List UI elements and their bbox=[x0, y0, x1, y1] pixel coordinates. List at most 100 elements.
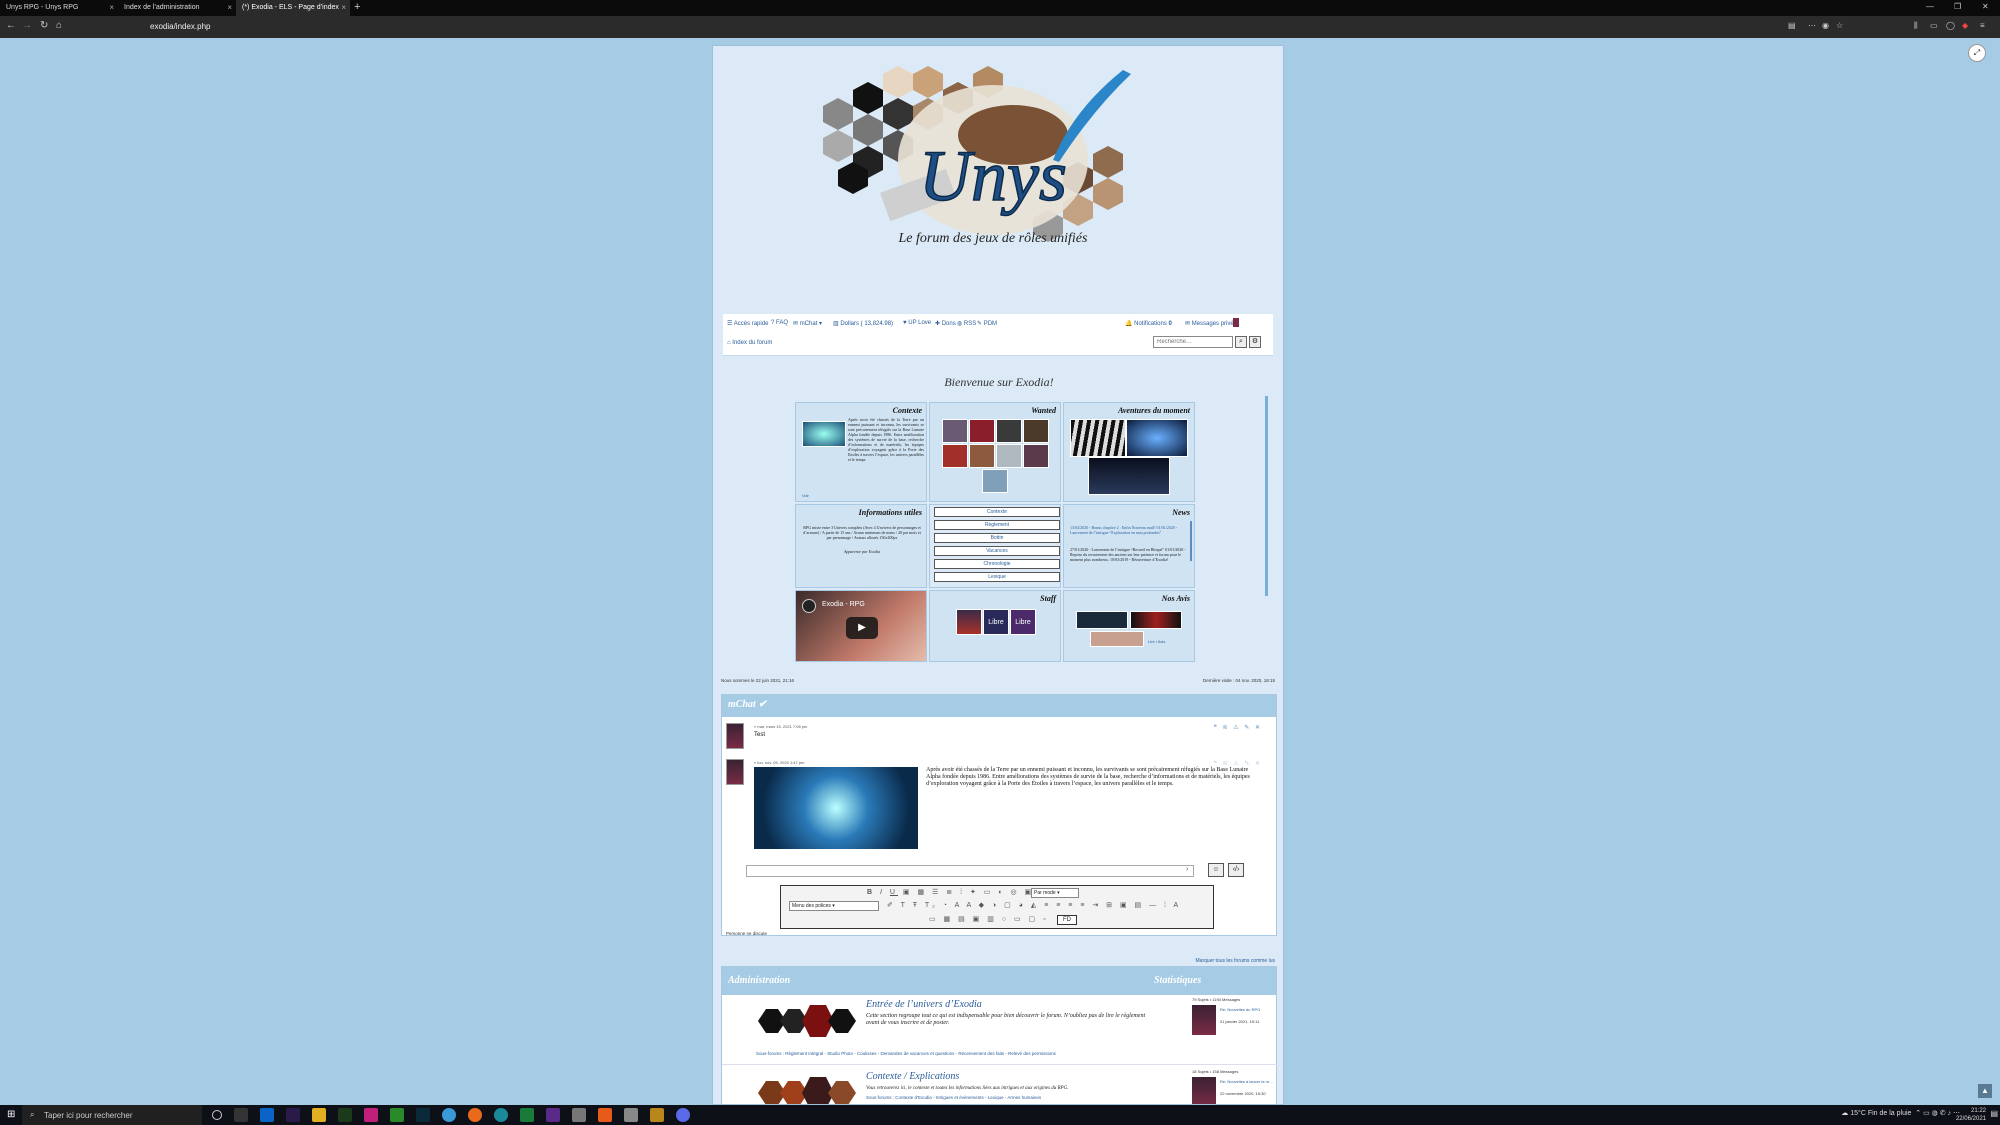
firefox-icon[interactable] bbox=[468, 1108, 482, 1122]
dollars-link[interactable]: ▥ Dollars ( 13,824.98) bbox=[833, 320, 893, 327]
chrome-icon[interactable] bbox=[442, 1108, 456, 1122]
discord-icon[interactable] bbox=[676, 1108, 690, 1122]
faq-link[interactable]: ? FAQ bbox=[771, 320, 788, 326]
dreamweaver-icon[interactable] bbox=[338, 1108, 352, 1122]
app-icon[interactable] bbox=[598, 1108, 612, 1122]
smiley-button[interactable]: ☺ bbox=[1208, 863, 1224, 877]
system-tray[interactable]: ☁ 15°C Fin de la pluie ⌃ ▭ ◍ ✆ ♪ ⋯ bbox=[1841, 1109, 1960, 1117]
code-button[interactable]: ‹/› bbox=[1228, 863, 1244, 877]
close-window-icon[interactable]: ✕ bbox=[1982, 2, 1989, 11]
reader-icon[interactable]: ▤ bbox=[1788, 21, 1796, 30]
chevron-right-icon[interactable]: › bbox=[1186, 866, 1188, 873]
portal-scrollbar[interactable] bbox=[1265, 396, 1268, 596]
library-icon[interactable]: ⫼ bbox=[1914, 21, 1918, 31]
mchat-header[interactable]: mChat ✔ bbox=[722, 695, 1276, 717]
more-icon[interactable]: ⋯ bbox=[1808, 21, 1816, 30]
windows-start-icon[interactable]: ⊞ bbox=[7, 1109, 15, 1120]
wanted-avatar[interactable] bbox=[969, 419, 995, 443]
home-icon[interactable]: ⌂ bbox=[56, 20, 62, 31]
forum-subforums[interactable]: Sous-forums : Contexte d’Exodia - Intrig… bbox=[866, 1095, 1166, 1101]
menu-contexte-button[interactable]: Contexte bbox=[934, 507, 1060, 517]
forum-title[interactable]: Contexte / Explications bbox=[866, 1071, 959, 1082]
user-avatar[interactable] bbox=[1233, 318, 1239, 327]
app-icon[interactable] bbox=[546, 1108, 560, 1122]
adventure-image[interactable] bbox=[1126, 419, 1188, 457]
editor-toolbar-row[interactable]: B I U ▣ ▦ ☰ ≣ ⁞ ✦ ▭ ◐ ◎ ▣ bbox=[781, 888, 1213, 900]
menu-chronologie-button[interactable]: Chronologie bbox=[934, 559, 1060, 569]
extension-icon[interactable]: ◆ bbox=[1962, 21, 1968, 30]
partner-banner[interactable] bbox=[1090, 631, 1144, 647]
photoshop-icon[interactable] bbox=[416, 1108, 430, 1122]
avatar[interactable] bbox=[1192, 1005, 1216, 1035]
back-to-top-button[interactable]: ▲ bbox=[1978, 1084, 1992, 1098]
breadcrumb[interactable]: ⌂ Index du forum bbox=[727, 340, 772, 346]
wanted-avatar[interactable] bbox=[996, 419, 1022, 443]
avis-note[interactable]: Lire / Avis bbox=[1148, 639, 1165, 644]
app-icon[interactable] bbox=[364, 1108, 378, 1122]
avatar[interactable] bbox=[726, 759, 744, 785]
forum-subforums[interactable]: Sous-forums : Règlement Intégral - Studi… bbox=[756, 1051, 1176, 1057]
pocket-icon[interactable]: ◉ bbox=[1822, 21, 1829, 30]
fd-button[interactable]: FD bbox=[1057, 915, 1077, 925]
editor-toolbar-row[interactable]: ▭ ▦ ▤ ▣ ▥ ○ ▭ ▢ ▫ bbox=[781, 915, 1213, 927]
wanted-avatar[interactable] bbox=[996, 444, 1022, 468]
contexte-more-link[interactable]: Voir bbox=[802, 493, 809, 498]
menu-reglement-button[interactable]: Règlement bbox=[934, 520, 1060, 530]
edge-icon[interactable] bbox=[494, 1108, 508, 1122]
cortana-icon[interactable] bbox=[212, 1110, 222, 1120]
mchat-link[interactable]: ✉ mChat ▾ bbox=[793, 320, 822, 327]
pdm-link[interactable]: ✎ PDM bbox=[977, 320, 997, 327]
restore-icon[interactable]: ❐ bbox=[1954, 2, 1961, 11]
reload-icon[interactable]: ↻ bbox=[40, 20, 48, 31]
chat-input[interactable] bbox=[746, 865, 1194, 877]
size-select[interactable]: Par mode ▾ bbox=[1031, 888, 1079, 898]
wanted-avatar[interactable] bbox=[1023, 444, 1049, 468]
wanted-avatar[interactable] bbox=[942, 419, 968, 443]
gear-icon[interactable]: ⚙ bbox=[1249, 336, 1261, 348]
bookmark-star-icon[interactable]: ☆ bbox=[1836, 21, 1843, 30]
font-select[interactable]: Menu des polices ▾ bbox=[789, 901, 879, 911]
forum-logo[interactable] bbox=[756, 999, 858, 1043]
settings-icon[interactable] bbox=[572, 1108, 586, 1122]
partner-banner[interactable] bbox=[1076, 611, 1128, 629]
menu-bottin-button[interactable]: Bottin bbox=[934, 533, 1060, 543]
private-messages-link[interactable]: ✉ Messages privés bbox=[1185, 320, 1237, 327]
message-actions[interactable]: ❝ ≋ ⚠ ✎ ✕ bbox=[1214, 760, 1262, 767]
notification-center-icon[interactable]: ▤ bbox=[1990, 1109, 1998, 1118]
folder-icon[interactable] bbox=[312, 1108, 326, 1122]
category-title[interactable]: Administration bbox=[728, 975, 790, 986]
close-icon[interactable]: × bbox=[341, 3, 346, 12]
news-scrollbar[interactable] bbox=[1190, 521, 1192, 561]
notifications-link[interactable]: 🔔 Notifications 0 bbox=[1125, 320, 1172, 327]
wanted-avatar[interactable] bbox=[969, 444, 995, 468]
wanted-avatar[interactable] bbox=[982, 469, 1008, 493]
rss-link[interactable]: ◍ RSS bbox=[957, 320, 976, 327]
partner-banner[interactable] bbox=[1130, 611, 1182, 629]
forward-icon[interactable]: → bbox=[22, 20, 32, 31]
message-actions[interactable]: ❝ ≋ ⚠ ✎ ✕ bbox=[1214, 724, 1262, 731]
minimize-icon[interactable]: — bbox=[1926, 2, 1934, 11]
mark-read-link[interactable]: Marquer tous les forums comme lus bbox=[1196, 958, 1275, 964]
close-icon[interactable]: × bbox=[227, 3, 232, 12]
clock[interactable]: 21:22 22/06/2021 bbox=[1956, 1107, 1986, 1123]
staff-avatar-libre[interactable]: Libre bbox=[983, 609, 1009, 635]
forum-banner[interactable]: Unys Le forum des jeux de rôles unifiés bbox=[793, 50, 1193, 255]
app-icon[interactable] bbox=[650, 1108, 664, 1122]
menu-vacances-button[interactable]: Vacances bbox=[934, 546, 1060, 556]
taskbar-search[interactable]: Taper ici pour rechercher bbox=[22, 1105, 202, 1125]
adventure-image[interactable] bbox=[1088, 457, 1170, 495]
video-block[interactable]: Exodia - RPG ▶ bbox=[795, 590, 927, 662]
adventure-image[interactable] bbox=[1070, 419, 1126, 457]
play-icon[interactable]: ▶ bbox=[846, 617, 878, 639]
excel-icon[interactable] bbox=[520, 1108, 534, 1122]
uplove-link[interactable]: ♥ UP Love bbox=[903, 320, 931, 326]
search-input[interactable] bbox=[1153, 336, 1233, 348]
wanted-avatar[interactable] bbox=[942, 444, 968, 468]
browser-tab-1[interactable]: Unys RPG - Unys RPG × bbox=[0, 0, 118, 16]
dons-link[interactable]: ✚ Dons bbox=[935, 320, 956, 327]
new-tab-button[interactable]: + bbox=[354, 1, 360, 13]
account-icon[interactable]: ◯ bbox=[1946, 21, 1955, 30]
url-bar[interactable]: exodia/index.php bbox=[130, 19, 1830, 35]
avatar[interactable] bbox=[1192, 1077, 1216, 1104]
search-icon[interactable]: ⌕ bbox=[1235, 336, 1247, 348]
